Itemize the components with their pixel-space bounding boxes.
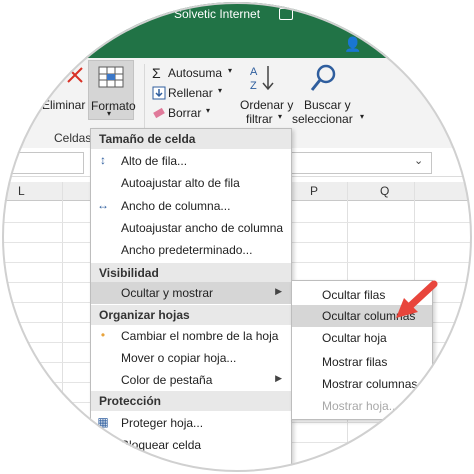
menu-item-cambiar-nombre[interactable]: • Cambiar el nombre de la hoja [91,325,291,347]
rename-dot-icon: • [100,328,106,342]
section-organizar-hojas: Organizar hojas [91,305,291,325]
column-header-l[interactable]: L [18,184,25,198]
rellenar-button[interactable]: Rellenar [168,86,213,100]
menu-item-autoajustar-ancho[interactable]: Autoajustar ancho de columna [91,217,291,239]
delete-cells-icon [67,67,83,83]
red-pointer-arrow-icon [396,280,438,318]
menu-item-ancho-columna[interactable]: ↔ Ancho de columna... [91,195,291,217]
svg-text:A: A [250,66,258,78]
ribbon-display-options-icon[interactable] [279,8,293,20]
formula-input[interactable] [290,152,432,174]
submenu-item-mostrar-columnas[interactable]: Mostrar columnas [292,373,432,395]
section-proteccion: Protección [91,391,291,411]
submenu-item-mostrar-hoja: Mostrar hoja... [322,399,399,413]
autosum-icon: Σ [152,65,161,81]
formato-button[interactable]: Formato ▾ [88,60,136,120]
rellenar-dropdown-icon[interactable]: ▾ [218,86,222,95]
eliminar-button[interactable]: Eliminar [42,98,85,112]
formato-dropdown-icon: ▾ [107,109,112,118]
ordenar-dropdown-icon[interactable]: ▾ [278,112,282,121]
column-header-p[interactable]: P [310,184,318,198]
autosuma-dropdown-icon[interactable]: ▾ [228,66,232,75]
sort-filter-icon: A Z [250,66,274,92]
buscar-seleccionar-line2: seleccionar [292,112,353,126]
formato-label: Formato [91,99,136,113]
fill-down-icon [152,86,166,100]
format-cells-icon [98,66,124,88]
menu-item-ancho-predeterminado[interactable]: Ancho predeterminado... [91,239,291,261]
borrar-dropdown-icon[interactable]: ▾ [206,106,210,115]
svg-text:Z: Z [250,80,257,92]
app-title: Solvetic Internet [174,7,261,21]
menu-item-color-pestana[interactable]: Color de pestaña ▶ [91,369,291,391]
celdas-group-label: Celdas [54,131,92,145]
buscar-dropdown-icon[interactable]: ▾ [360,112,364,121]
submenu-arrow-icon: ▶ [275,286,282,296]
magnifier-search-icon [310,64,336,91]
grid-line [62,182,63,472]
title-bar: Solvetic Internet 👤 [2,2,472,58]
menu-item-autoajustar-alto[interactable]: Autoajustar alto de fila [91,172,291,194]
borrar-button[interactable]: Borrar [168,106,201,120]
column-width-icon: ↔ [97,198,109,212]
ordenar-filtrar-line2: filtrar [246,112,273,126]
submenu-arrow-icon: ▶ [275,373,282,383]
menu-item-alto-fila[interactable]: ↕ Alto de fila... [91,150,291,172]
section-visibilidad: Visibilidad [91,263,291,283]
protect-sheet-icon: ▦ [97,415,109,429]
column-header-q[interactable]: Q [380,184,389,198]
buscar-seleccionar-button[interactable]: Buscar y [304,98,351,112]
magnifier-view: Solvetic Internet 👤 Eliminar Formato ▾ C… [2,2,472,472]
screenshot-stage: Solvetic Internet 👤 Eliminar Formato ▾ C… [0,0,474,474]
formula-expand-icon[interactable]: ⌄ [414,154,423,167]
formato-dropdown-menu: Tamaño de celda ↕ Alto de fila... Autoaj… [90,128,292,472]
submenu-item-mostrar-filas[interactable]: Mostrar filas [292,351,432,373]
autosuma-button[interactable]: Autosuma [168,66,222,80]
lock-cell-icon: 🔒 [95,437,111,451]
ordenar-filtrar-button[interactable]: Ordenar y [240,98,293,112]
section-tamano-celda: Tamaño de celda [91,129,291,149]
name-box[interactable] [2,152,84,174]
share-user-icon[interactable]: 👤 [344,36,361,53]
menu-item-bloquear-celda[interactable]: 🔒 Bloquear celda [91,434,291,456]
menu-item-proteger-hoja[interactable]: ▦ Proteger hoja... [91,412,291,434]
row-height-icon: ↕ [100,153,106,167]
menu-item-ocultar-mostrar[interactable]: Ocultar y mostrar ▶ [91,282,291,304]
eraser-icon [153,107,165,119]
menu-item-mover-copiar[interactable]: Mover o copiar hoja... [91,347,291,369]
